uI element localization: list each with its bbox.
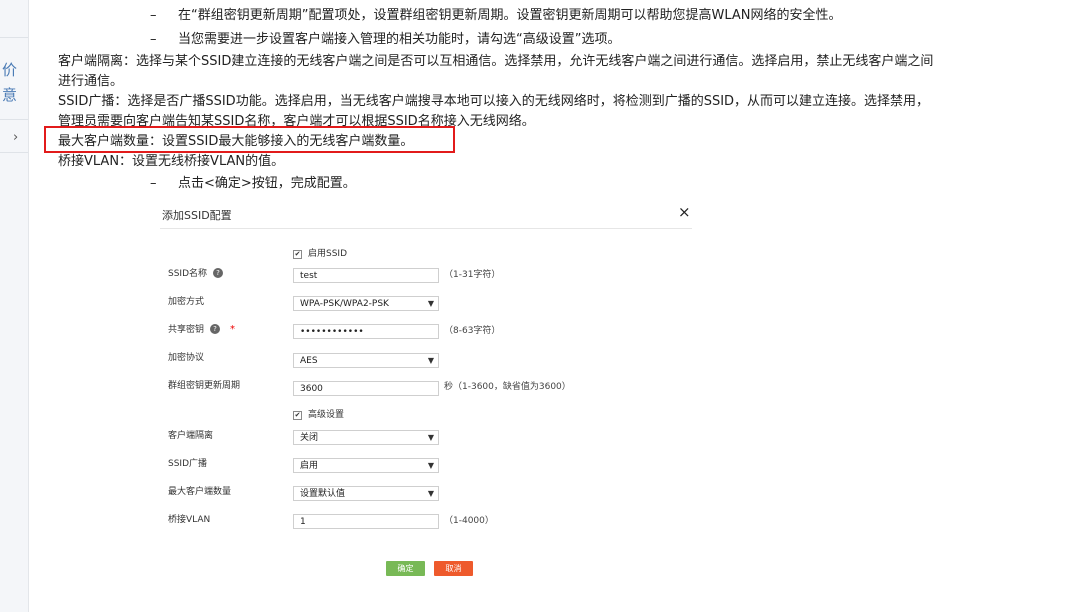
encrypt-mode-label: 加密方式: [168, 297, 205, 307]
para-isolation-cont: 进行通信。: [58, 74, 124, 89]
para-isolation: 客户端隔离：选择与某个SSID建立连接的无线客户端之间是否可以互相通信。选择禁用…: [58, 54, 934, 69]
caret-down-icon: ▼: [427, 299, 434, 308]
bullet-advanced: – 当您需要进一步设置客户端接入管理的相关功能时，请勾选“高级设置”选项。: [150, 32, 621, 47]
isolation-label: 客户端隔离: [168, 431, 214, 441]
ssid-broadcast-label: SSID广播: [168, 459, 208, 469]
ssid-name-input[interactable]: test: [293, 268, 439, 283]
ssid-broadcast-select[interactable]: 启用 ▼: [293, 458, 439, 473]
confirm-button[interactable]: 确定: [386, 561, 425, 576]
close-icon[interactable]: ×: [678, 203, 691, 221]
advanced-settings-checkbox[interactable]: ✔ 高级设置: [293, 408, 344, 422]
cipher-label: 加密协议: [168, 353, 205, 363]
para-ssid-broadcast: SSID广播：选择是否广播SSID功能。选择启用，当无线客户端搜寻本地可以接入的…: [58, 94, 930, 109]
ssid-name-label: SSID名称?: [168, 267, 224, 281]
cancel-button[interactable]: 取消: [434, 561, 473, 576]
rekey-period-label: 群组密钥更新周期: [168, 381, 241, 391]
caret-down-icon: ▼: [427, 433, 434, 442]
checkbox-icon[interactable]: ✔: [293, 411, 302, 420]
bridge-vlan-input[interactable]: 1: [293, 514, 439, 529]
highlight-box: [44, 126, 455, 153]
help-icon[interactable]: ?: [210, 324, 221, 334]
bullet-rekey: – 在“群组密钥更新周期”配置项处，设置群组密钥更新周期。设置密钥更新周期可以帮助…: [150, 8, 842, 23]
dialog-title: 添加SSID配置: [162, 209, 232, 222]
enable-ssid-checkbox[interactable]: ✔ 启用SSID: [293, 247, 347, 261]
bridge-vlan-hint: （1-4000）: [444, 516, 494, 526]
checkbox-icon[interactable]: ✔: [293, 250, 302, 259]
rekey-period-input[interactable]: 3600: [293, 381, 439, 396]
caret-down-icon: ▼: [427, 489, 434, 498]
rekey-period-hint: 秒（1-3600，缺省值为3600）: [444, 382, 571, 392]
ssid-name-hint: （1-31字符）: [444, 270, 501, 280]
caret-down-icon: ▼: [427, 461, 434, 470]
cipher-select[interactable]: AES ▼: [293, 353, 439, 368]
sidebar-text-2: 意: [2, 86, 18, 104]
left-sidebar: 价 意 ›: [0, 0, 29, 612]
psk-hint: （8-63字符）: [444, 326, 501, 336]
caret-down-icon: ▼: [427, 356, 434, 365]
chevron-right-icon[interactable]: ›: [13, 130, 18, 145]
add-ssid-dialog: 添加SSID配置 × ✔ 启用SSID SSID名称? test （1-31字符）…: [160, 198, 692, 598]
max-clients-select[interactable]: 设置默认值 ▼: [293, 486, 439, 501]
max-clients-label: 最大客户端数量: [168, 487, 232, 497]
bullet-confirm: – 点击<确定>按钮，完成配置。: [150, 176, 356, 191]
help-icon[interactable]: ?: [213, 268, 224, 278]
psk-input[interactable]: ••••••••••••: [293, 324, 439, 339]
sidebar-divider: [0, 37, 28, 38]
psk-label: 共享密钥? *: [168, 324, 236, 335]
para-bridge-vlan: 桥接VLAN：设置无线桥接VLAN的值。: [58, 154, 285, 169]
sidebar-divider: [0, 152, 28, 153]
sidebar-divider: [0, 119, 28, 120]
isolation-select[interactable]: 关闭 ▼: [293, 430, 439, 445]
dialog-divider: [160, 228, 692, 229]
bridge-vlan-label: 桥接VLAN: [168, 515, 211, 525]
required-mark: *: [230, 324, 236, 335]
sidebar-text-1: 价: [2, 61, 18, 79]
encrypt-mode-select[interactable]: WPA-PSK/WPA2-PSK ▼: [293, 296, 439, 311]
